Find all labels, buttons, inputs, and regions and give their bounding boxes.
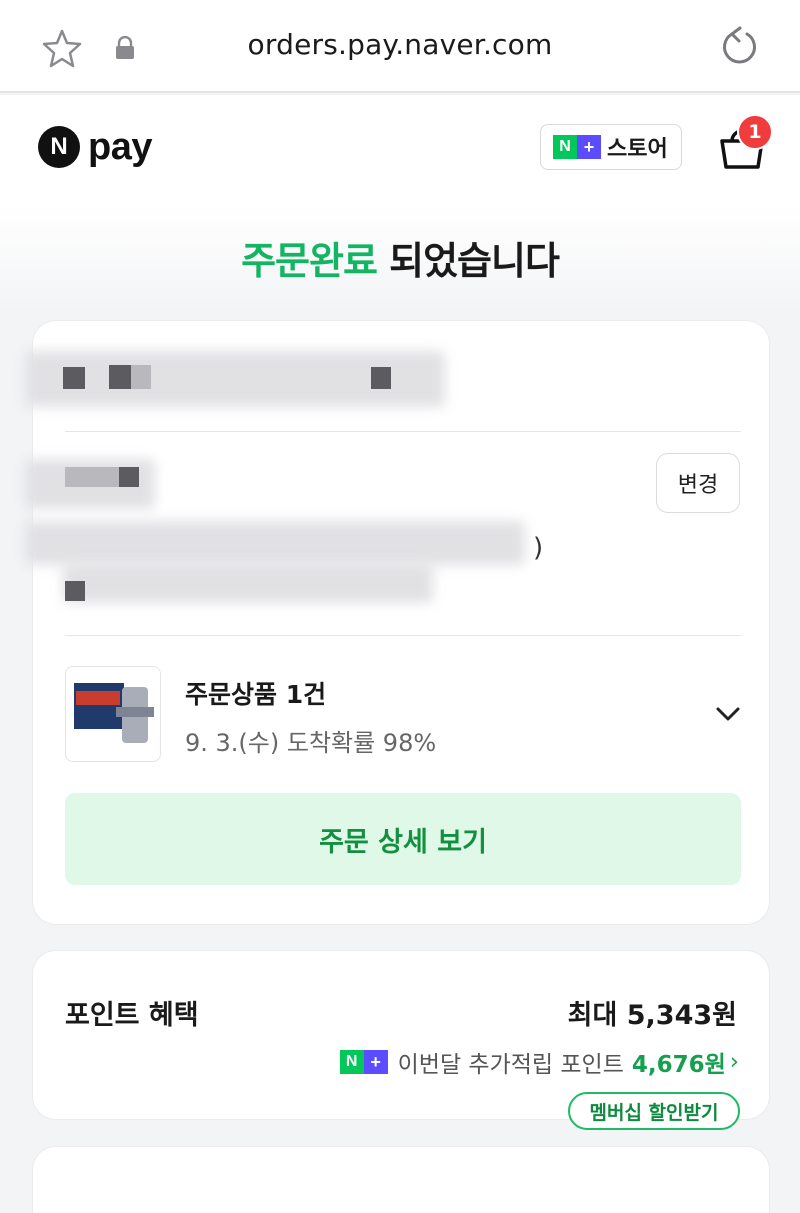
product-count-label: 주문상품 1건 bbox=[185, 680, 327, 709]
redacted-pixel bbox=[119, 467, 139, 487]
redacted-pixel bbox=[65, 581, 85, 601]
page-title-rest: 되었습니다 bbox=[376, 239, 560, 283]
change-address-button[interactable]: 변경 bbox=[656, 453, 740, 513]
browser-address-bar: orders.pay.naver.com bbox=[0, 0, 800, 93]
product-thumbnail[interactable] bbox=[65, 666, 161, 762]
membership-discount-button[interactable]: 멤버십 할인받기 bbox=[568, 1092, 740, 1130]
point-benefit-card: 포인트 혜택 최대 5,343원 N + 이번달 추가적립 포인트 4,676원 … bbox=[32, 950, 770, 1130]
point-benefit-title: 포인트 혜택 bbox=[65, 1000, 199, 1031]
redacted-pixel bbox=[65, 467, 119, 487]
redacted-pixel bbox=[63, 367, 85, 389]
chevron-right-icon: › bbox=[729, 1049, 739, 1075]
extra-point-amount: 4,676원 bbox=[631, 1052, 726, 1078]
point-max-amount: 최대 5,343원 bbox=[567, 1000, 737, 1031]
page-title: 주문완료 되었습니다 bbox=[0, 230, 800, 285]
divider bbox=[65, 431, 741, 432]
nplus-icon: N + bbox=[339, 1050, 388, 1074]
page-title-accent: 주문완료 bbox=[241, 239, 378, 283]
redacted-pixel bbox=[131, 365, 151, 389]
order-summary-card: ) 변경 주문상품 1건 9. 3.(수) 도착확률 98% 주문 상세 보기 bbox=[25, 320, 770, 925]
redacted-address-line bbox=[63, 563, 433, 603]
chevron-down-icon[interactable] bbox=[715, 701, 741, 727]
nplus-icon: N + bbox=[553, 135, 601, 159]
order-complete-banner: 주문완료 되었습니다 bbox=[0, 205, 800, 315]
reload-icon[interactable] bbox=[718, 26, 760, 68]
next-section-card bbox=[32, 1146, 770, 1213]
address-paren: ) bbox=[533, 533, 544, 563]
redacted-pixel bbox=[371, 367, 391, 389]
npay-logo-mark: N bbox=[38, 126, 80, 168]
npay-logo-text: pay bbox=[88, 126, 152, 168]
store-label: 스토어 bbox=[607, 137, 668, 162]
url-text[interactable]: orders.pay.naver.com bbox=[0, 28, 800, 61]
cart-count-badge: 1 bbox=[737, 114, 773, 150]
app-header: N pay N + 스토어 1 bbox=[0, 95, 800, 205]
npay-logo[interactable]: N pay bbox=[38, 125, 152, 169]
redacted-address-line bbox=[25, 521, 525, 565]
extra-point-label: 이번달 추가적립 포인트 bbox=[397, 1052, 624, 1078]
nplus-store-button[interactable]: N + 스토어 bbox=[540, 124, 682, 170]
order-detail-button[interactable]: 주문 상세 보기 bbox=[65, 793, 741, 885]
extra-point-link[interactable]: N + 이번달 추가적립 포인트 4,676원 › bbox=[339, 1045, 739, 1079]
delivery-estimate: 9. 3.(수) 도착확률 98% bbox=[185, 729, 437, 757]
divider bbox=[65, 635, 741, 636]
redacted-pixel bbox=[109, 365, 131, 389]
